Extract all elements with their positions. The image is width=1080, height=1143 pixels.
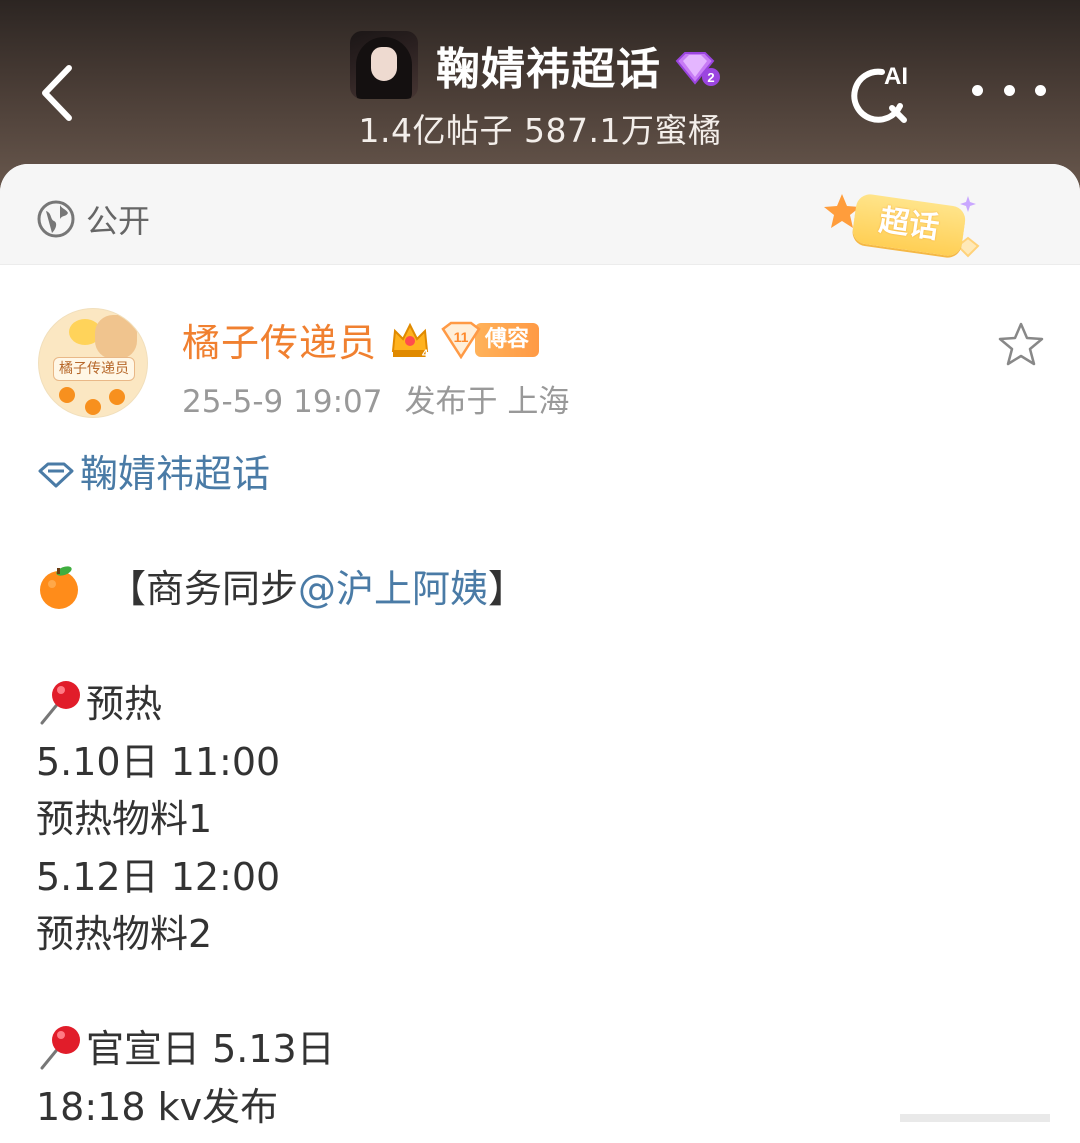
visibility-bar: 公开 超话 <box>0 164 1080 265</box>
chaohua-sticker: 超话 <box>820 186 990 266</box>
mention-link[interactable]: @沪上阿姨 <box>298 567 488 611</box>
author-name[interactable]: 橘子传递员 <box>182 312 377 367</box>
business-suffix: 】 <box>488 567 527 611</box>
topic-link[interactable]: 鞠婧祎超话 <box>36 446 270 504</box>
section-heading: 预热 <box>36 676 1036 734</box>
post-card: 公开 超话 橘子传递员 橘子传递员 4 11 傅容 25-5-9 19:07 发… <box>0 164 1080 1143</box>
svg-text:4: 4 <box>422 348 429 359</box>
svg-text:2: 2 <box>707 70 714 85</box>
more-button[interactable] <box>972 70 1046 110</box>
fan-badge[interactable]: 11 傅容 <box>441 321 540 359</box>
schedule-line: 5.10日 11:00 <box>36 739 281 784</box>
author-avatar[interactable]: 橘子传递员 <box>38 308 148 418</box>
topic-title-group[interactable]: 鞠婧祎超话 2 <box>350 30 721 100</box>
author-row: 橘子传递员 4 11 傅容 <box>182 312 540 367</box>
visibility-label: 公开 <box>86 202 151 240</box>
post-location: 发布于 上海 <box>404 384 570 420</box>
schedule-line: 5.12日 12:00 <box>36 854 281 899</box>
schedule-line: 预热物料1 <box>36 797 213 841</box>
star-outline-icon[interactable] <box>996 320 1046 370</box>
topic-link-line: 鞠婧祎超话 <box>36 446 1036 504</box>
more-dot-icon <box>972 84 983 96</box>
topic-avatar <box>350 31 418 99</box>
orange-emoji <box>40 566 78 609</box>
pushpin-emoji <box>40 681 80 725</box>
diamond-topic-icon <box>38 462 74 488</box>
fan-level-badge-icon: 11 <box>441 321 481 359</box>
ai-search-icon: AI <box>851 63 908 123</box>
business-line: 【商务同步@沪上阿姨】 <box>36 561 1036 619</box>
business-prefix: 【商务同步 <box>108 567 299 611</box>
crown-icon: 4 <box>391 322 429 359</box>
post-meta: 25-5-9 19:07 发布于 上海 <box>182 376 569 421</box>
section2-title: 官宣日 5.13日 <box>86 1027 335 1071</box>
globe-icon <box>37 200 75 238</box>
svg-text:AI: AI <box>884 63 908 90</box>
topic-title: 鞠婧祎超话 <box>436 44 661 95</box>
pushpin-emoji <box>40 1026 80 1070</box>
topic-link-text: 鞠婧祎超话 <box>80 452 271 496</box>
schedule-line: 18:18 kv发布 <box>36 1084 279 1129</box>
fan-badge-name: 傅容 <box>475 322 540 357</box>
svg-text:11: 11 <box>454 329 469 345</box>
post-body: 鞠婧祎超话 【商务同步@沪上阿姨】 预热 5.10日 11:00 预热物料1 5… <box>36 446 1036 1136</box>
visibility-indicator: 公开 <box>36 196 150 242</box>
post-timestamp: 25-5-9 19:07 <box>182 384 383 420</box>
more-dot-icon <box>1035 84 1046 96</box>
more-dot-icon <box>1003 84 1015 96</box>
avatar-label: 橘子传递员 <box>53 357 135 381</box>
section-heading: 官宣日 5.13日 <box>36 1021 1036 1079</box>
watermark-decoration <box>900 1114 1050 1122</box>
ai-search-button[interactable]: AI <box>842 58 922 130</box>
diamond-level-badge-icon: 2 <box>675 52 720 86</box>
schedule-line: 预热物料2 <box>36 912 213 956</box>
section1-title: 预热 <box>86 682 163 726</box>
